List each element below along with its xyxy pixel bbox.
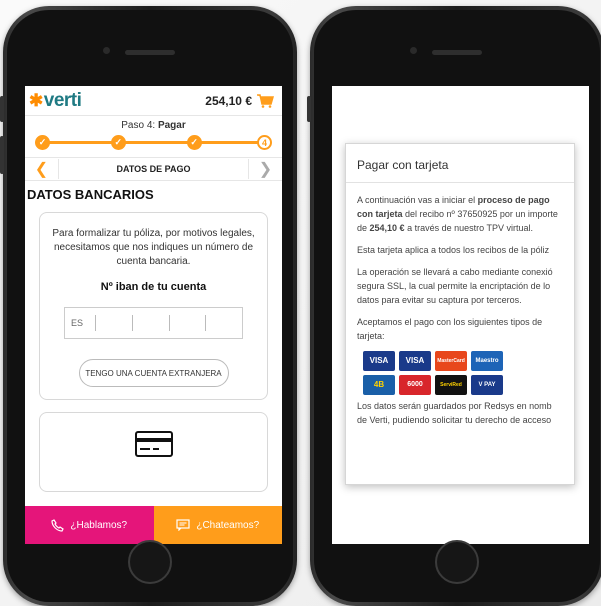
iban-segment[interactable] [205,315,242,331]
camera-icon [103,47,110,54]
redsys-line: Los datos serán guardados por Redsys en … [357,401,552,411]
call-label: ¿Hablamos? [70,519,128,531]
accepted-cards: VISA VISA MasterCard Maestro 4B 6000 Ser… [363,351,563,395]
card-payment-option[interactable] [39,412,268,492]
chevron-left-icon[interactable]: ❮ [25,159,59,179]
modal-body: A continuación vas a iniciar el proceso … [346,183,574,427]
earpiece [125,50,175,55]
intro-text: A continuación vas a iniciar el [357,195,478,205]
iban-segment[interactable] [168,315,206,331]
iban-field[interactable]: ES [64,307,243,339]
modal-paragraph-ssl: La operación se llevará a cabo mediante … [357,265,563,307]
iban-segment[interactable] [131,315,169,331]
payment-subnav: ❮ DATOS DE PAGO ❯ [25,157,282,181]
visa-logo: VISA [363,351,395,371]
ssl-line: datos para evitar su captura por tercero… [357,295,522,305]
step-prefix: Paso 4: [121,120,156,131]
step-label: Paso 4: Pagar [25,120,282,131]
phone-left: ✱ verti 254,10 € Paso 4: Pagar ✓ ✓ ✓ 4 ❮… [0,6,297,606]
right-screen: Pagar con tarjeta A continuación vas a i… [332,86,589,544]
side-button [0,96,4,122]
chat-icon [176,519,190,531]
camera-icon [410,47,417,54]
iban-label: Nº iban de tu cuenta [100,281,207,293]
modal-paragraph-redsys: Los datos serán guardados por Redsys en … [357,399,563,427]
mastercard-logo: MasterCard [435,351,467,371]
cart-summary[interactable]: 254,10 € [205,94,274,108]
iban-description: Para formalizar tu póliza, por motivos l… [52,228,255,267]
section-title: DATOS BANCARIOS [27,187,154,202]
subnav-title: DATOS DE PAGO [116,164,191,174]
chat-label: ¿Chateamos? [196,519,260,531]
intro-amount: 254,10 € [369,223,405,233]
ssl-line: segura SSL, la cual permite la encriptac… [357,281,551,291]
progress-steps: ✓ ✓ ✓ 4 [35,133,272,153]
step-2-check-icon[interactable]: ✓ [110,135,126,150]
phone-icon [51,518,65,532]
vpay-logo: V PAY [471,375,503,395]
contact-bar: ¿Hablamos? ¿Chateamos? [25,506,282,544]
foreign-account-button[interactable]: TENGO UNA CUENTA EXTRANJERA [78,359,229,387]
iban-segment[interactable] [95,315,132,331]
card-payment-modal: Pagar con tarjeta A continuación vas a i… [345,143,575,485]
progress-line [43,141,264,144]
phone-right: Pagar con tarjeta A continuación vas a i… [307,6,601,606]
side-button [307,96,311,122]
step-current: Pagar [157,120,186,131]
home-button[interactable] [128,540,172,584]
earpiece [432,50,482,55]
header-bar: ✱ verti 254,10 € [25,86,282,116]
4b-logo: 4B [363,375,395,395]
redsys-line: de Verti, pudiendo solicitar tu derecho … [357,415,552,425]
chat-button[interactable]: ¿Chateamos? [153,506,282,544]
intro-text: a través de nuestro TPV virtual. [404,223,533,233]
step-1-check-icon[interactable]: ✓ [35,135,50,150]
ssl-line: La operación se llevará a cabo mediante … [357,267,553,277]
iban-card: Para formalizar tu póliza, por motivos l… [39,212,268,400]
modal-paragraph-cards: Aceptamos el pago con los siguientes tip… [357,317,543,341]
home-button[interactable] [435,540,479,584]
6000-logo: 6000 [399,375,431,395]
step-3-check-icon[interactable]: ✓ [186,135,202,150]
servired-logo: ServiRed [435,375,467,395]
scroll-fade [346,462,574,484]
verti-logo[interactable]: ✱ verti [29,90,82,112]
verti-star-icon: ✱ [29,90,43,110]
visa-electron-logo: VISA [399,351,431,371]
modal-paragraph-intro: A continuación vas a iniciar el proceso … [357,193,563,235]
left-screen: ✱ verti 254,10 € Paso 4: Pagar ✓ ✓ ✓ 4 ❮… [25,86,282,544]
maestro-logo: Maestro [471,351,503,371]
call-button[interactable]: ¿Hablamos? [25,506,154,544]
modal-paragraph-policy: Esta tarjeta aplica a todos los recibos … [357,245,550,255]
iban-prefix: ES [71,318,84,328]
modal-title: Pagar con tarjeta [346,144,574,183]
cart-icon [257,93,274,108]
volume-up-button [0,136,4,174]
cart-price: 254,10 € [205,93,252,108]
chevron-right-icon[interactable]: ❯ [248,159,282,179]
stage: ✱ verti 254,10 € Paso 4: Pagar ✓ ✓ ✓ 4 ❮… [0,0,601,606]
step-4-indicator: 4 [257,135,272,150]
credit-card-icon [134,431,173,457]
